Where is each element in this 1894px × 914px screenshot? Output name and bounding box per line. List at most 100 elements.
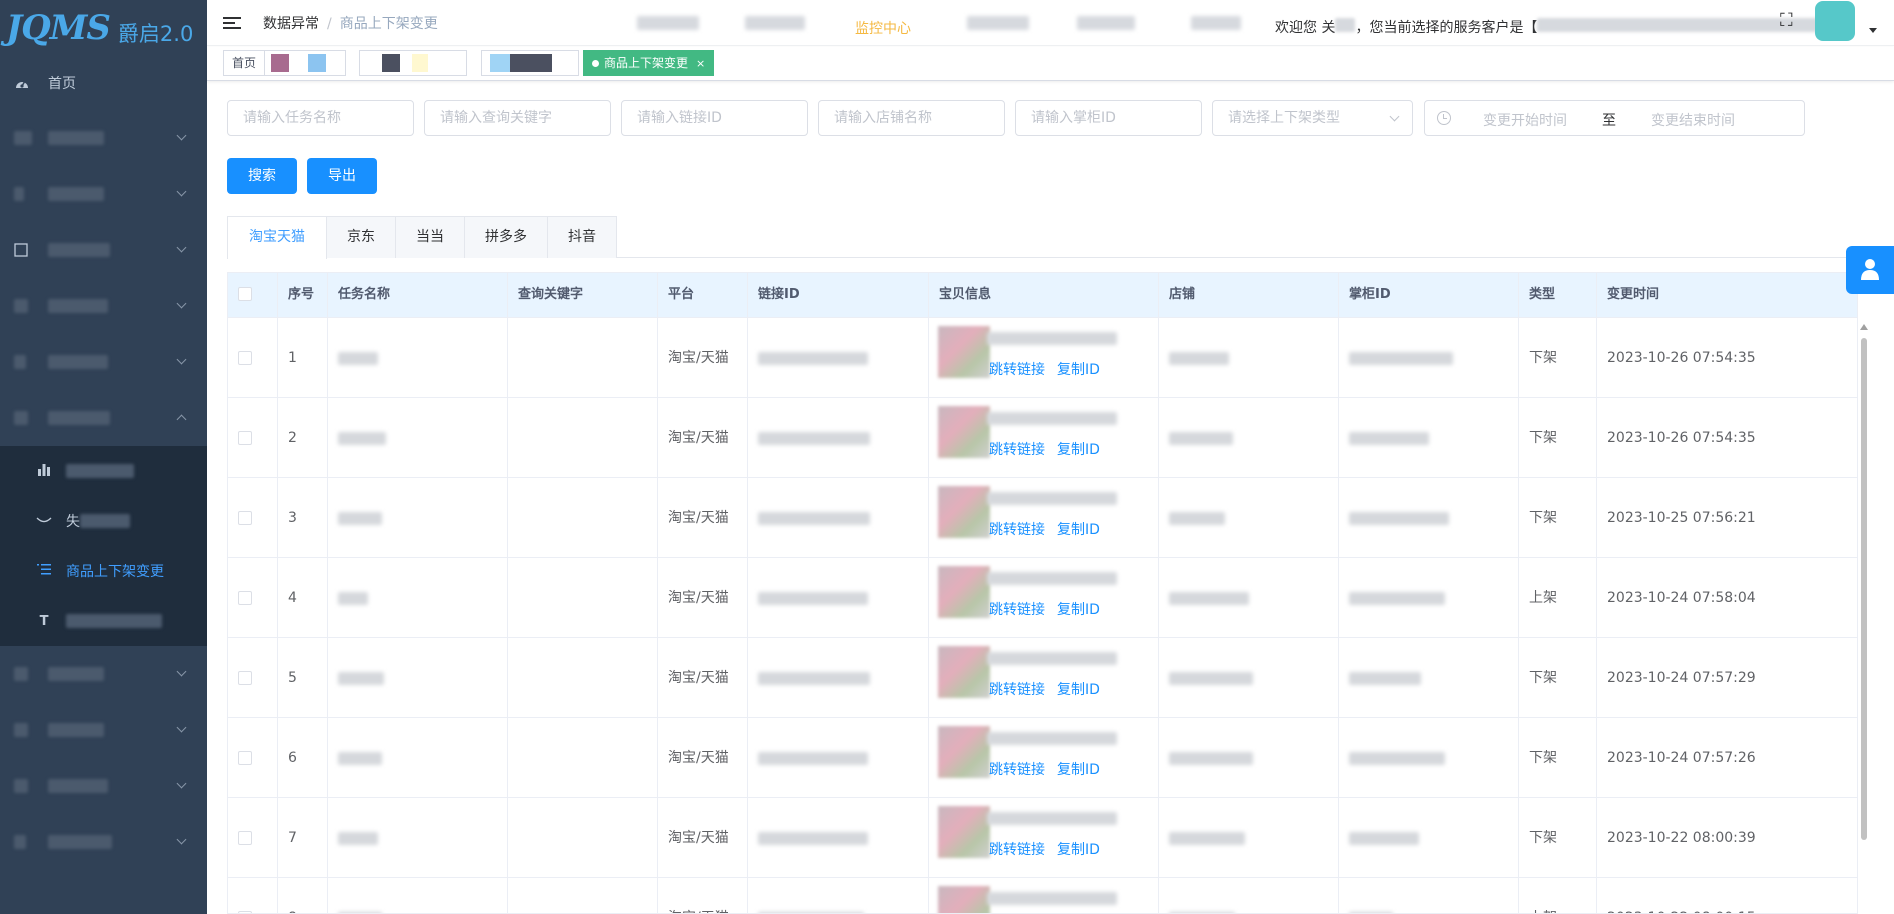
masked-value	[338, 751, 382, 765]
nav-link-masked-2[interactable]	[745, 16, 805, 30]
tab-dangdang[interactable]: 当当	[395, 216, 465, 258]
row-checkbox[interactable]	[238, 671, 252, 685]
table-row[interactable]: 7 淘宝/天猫 跳转链接 复制ID 下架 2023-10-22 08:00:39	[228, 797, 1857, 878]
shopkeeper-id-input[interactable]: 请输入掌柜ID	[1015, 100, 1202, 136]
row-select-cell	[228, 638, 278, 718]
sub-item-chart[interactable]	[0, 446, 207, 496]
select-all-checkbox[interactable]	[238, 287, 252, 301]
settings-panel-button[interactable]	[1846, 246, 1894, 294]
masked-value	[987, 332, 1117, 345]
tag-home[interactable]: 首页	[223, 50, 266, 76]
export-button[interactable]: 导出	[307, 158, 377, 194]
row-platform: 淘宝/天猫	[658, 638, 748, 718]
row-checkbox[interactable]	[238, 431, 252, 445]
tag-masked-2[interactable]	[359, 50, 467, 76]
sub-item-text[interactable]: T	[0, 596, 207, 646]
table-row[interactable]: 2 淘宝/天猫 跳转链接 复制ID 下架 2023-10-26 07:54:35	[228, 397, 1857, 478]
date-start-input[interactable]: 变更开始时间	[1483, 110, 1567, 130]
table-row[interactable]: 1 淘宝/天猫 跳转链接 复制ID 下架 2023-10-26 07:54:35	[228, 317, 1857, 398]
table-scrollbar-thumb[interactable]	[1861, 338, 1867, 840]
table-row[interactable]: 6 淘宝/天猫 跳转链接 复制ID 下架 2023-10-24 07:57:26	[228, 717, 1857, 798]
tab-pinduoduo[interactable]: 拼多多	[464, 216, 548, 258]
sidebar-item-8[interactable]	[0, 702, 207, 758]
table-row[interactable]: 3 淘宝/天猫 跳转链接 复制ID 下架 2023-10-25 07:56:21	[228, 477, 1857, 558]
tab-jd[interactable]: 京东	[326, 216, 396, 258]
scroll-up-arrow-icon[interactable]	[1860, 324, 1868, 330]
header-link-id: 链接ID	[748, 273, 929, 317]
jump-link[interactable]: 跳转链接	[989, 360, 1045, 380]
copy-id-link[interactable]: 复制ID	[1057, 600, 1100, 620]
sidebar-item-4[interactable]	[0, 278, 207, 334]
search-button[interactable]: 搜索	[227, 158, 297, 194]
row-checkbox[interactable]	[238, 351, 252, 365]
store-name-input[interactable]: 请输入店铺名称	[818, 100, 1005, 136]
table-row[interactable]: 5 淘宝/天猫 跳转链接 复制ID 下架 2023-10-24 07:57:29	[228, 637, 1857, 718]
row-checkbox[interactable]	[238, 831, 252, 845]
row-shopkeeper-id	[1339, 798, 1519, 878]
jump-link[interactable]: 跳转链接	[989, 680, 1045, 700]
masked-value	[758, 751, 868, 765]
list-icon	[36, 563, 52, 580]
breadcrumb-root[interactable]: 数据异常	[263, 16, 319, 32]
copy-id-link[interactable]: 复制ID	[1057, 440, 1100, 460]
nav-link-masked-4[interactable]	[1077, 16, 1135, 30]
type-select[interactable]: 请选择上下架类型	[1212, 100, 1413, 136]
row-task-name	[328, 638, 508, 718]
sidebar-item-home[interactable]: 首页	[0, 56, 207, 110]
close-icon[interactable]: ×	[696, 57, 705, 70]
copy-id-link[interactable]: 复制ID	[1057, 840, 1100, 860]
sidebar-item-5[interactable]	[0, 334, 207, 390]
row-change-time: 2023-10-25 07:56:21	[1597, 478, 1857, 558]
fullscreen-icon[interactable]: ⛶	[1780, 10, 1793, 31]
row-checkbox[interactable]	[238, 511, 252, 525]
nav-link-masked-1[interactable]	[637, 16, 699, 30]
row-checkbox[interactable]	[238, 591, 252, 605]
sidebar-item-10[interactable]	[0, 814, 207, 870]
chevron-down-icon	[176, 778, 187, 789]
jump-link[interactable]: 跳转链接	[989, 440, 1045, 460]
caret-down-icon[interactable]	[1869, 28, 1877, 33]
jump-link[interactable]: 跳转链接	[989, 840, 1045, 860]
row-select-cell	[228, 478, 278, 558]
sidebar-item-3[interactable]	[0, 222, 207, 278]
sidebar-item-2[interactable]	[0, 166, 207, 222]
tag-active[interactable]: 商品上下架变更 ×	[583, 50, 715, 76]
hamburger-icon[interactable]	[223, 14, 241, 32]
sidebar-item-7[interactable]	[0, 646, 207, 702]
row-task-name	[328, 718, 508, 798]
table-row[interactable]: 4 淘宝/天猫 跳转链接 复制ID 上架 2023-10-24 07:58:04	[228, 557, 1857, 638]
copy-id-link[interactable]: 复制ID	[1057, 360, 1100, 380]
date-range-picker[interactable]: 变更开始时间 至 变更结束时间	[1424, 100, 1805, 136]
sub-item-label	[66, 614, 162, 628]
clock-icon	[1437, 111, 1451, 125]
copy-id-link[interactable]: 复制ID	[1057, 680, 1100, 700]
tab-douyin[interactable]: 抖音	[547, 216, 617, 258]
sub-item-listing-change[interactable]: 商品上下架变更	[0, 546, 207, 596]
header-shopkeeper-id: 掌柜ID	[1339, 273, 1519, 317]
jump-link[interactable]: 跳转链接	[989, 600, 1045, 620]
copy-id-link[interactable]: 复制ID	[1057, 760, 1100, 780]
sidebar-item-9[interactable]	[0, 758, 207, 814]
link-id-input[interactable]: 请输入链接ID	[621, 100, 808, 136]
sub-item-eye[interactable]: 失	[0, 496, 207, 546]
tag-masked-3[interactable]	[481, 50, 579, 76]
breadcrumb-current: 商品上下架变更	[339, 15, 438, 32]
jump-link[interactable]: 跳转链接	[989, 760, 1045, 780]
keyword-input[interactable]: 请输入查询关键字	[424, 100, 611, 136]
avatar[interactable]	[1815, 1, 1855, 41]
nav-link-monitor[interactable]: 监控中心	[855, 18, 911, 38]
nav-link-masked-3[interactable]	[967, 16, 1029, 30]
row-checkbox[interactable]	[238, 751, 252, 765]
tag-masked-1[interactable]	[264, 50, 346, 76]
tab-taobao[interactable]: 淘宝天猫	[227, 216, 327, 259]
date-end-input[interactable]: 变更结束时间	[1651, 110, 1735, 130]
table-row[interactable]: 8 淘宝/天猫 跳转链接复制ID 上架2023-10-22 08:00:15	[228, 877, 1857, 913]
copy-id-link[interactable]: 复制ID	[1057, 520, 1100, 540]
jump-link[interactable]: 跳转链接	[989, 520, 1045, 540]
header-select	[228, 273, 278, 317]
task-name-input[interactable]: 请输入任务名称	[227, 100, 414, 136]
nav-link-masked-5[interactable]	[1191, 16, 1241, 30]
product-thumbnail	[938, 486, 990, 538]
sidebar-item-1[interactable]	[0, 110, 207, 166]
sidebar-item-6-expanded[interactable]	[0, 390, 207, 446]
